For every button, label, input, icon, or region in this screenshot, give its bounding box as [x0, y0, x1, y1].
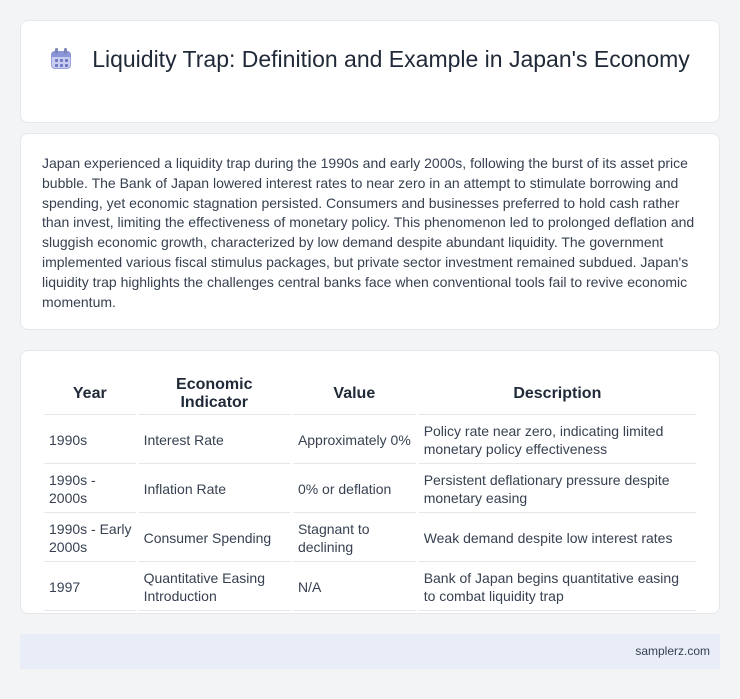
cell-description: Bank of Japan begins quantitative easing…	[418, 564, 696, 611]
header-description: Description	[418, 373, 696, 415]
table-header-row: Year Economic Indicator Value Descriptio…	[44, 373, 696, 415]
cell-indicator: Inflation Rate	[138, 466, 290, 513]
page-title: Liquidity Trap: Definition and Example i…	[92, 46, 690, 72]
cell-indicator: Interest Rate	[138, 417, 290, 464]
cell-year: 1997	[44, 564, 136, 611]
title-card: Liquidity Trap: Definition and Example i…	[20, 20, 720, 123]
header-indicator: Economic Indicator	[138, 373, 290, 415]
table-row: 1990s Interest Rate Approximately 0% Pol…	[44, 417, 696, 464]
indicator-table: Year Economic Indicator Value Descriptio…	[41, 371, 699, 613]
cell-value: N/A	[292, 564, 416, 611]
cell-value: Stagnant to declining	[292, 515, 416, 562]
cell-year: 1990s	[44, 417, 136, 464]
cell-value: Approximately 0%	[292, 417, 416, 464]
cell-description: Policy rate near zero, indicating limite…	[418, 417, 696, 464]
footer-site-link[interactable]: samplerz.com	[635, 644, 710, 658]
table-row: 1997 Quantitative Easing Introduction N/…	[44, 564, 696, 611]
footer: samplerz.com	[20, 634, 720, 669]
cell-year: 1990s - 2000s	[44, 466, 136, 513]
header-value: Value	[292, 373, 416, 415]
cell-value: 0% or deflation	[292, 466, 416, 513]
cell-year: 1990s - Early 2000s	[44, 515, 136, 562]
calendar-icon	[50, 48, 72, 70]
page-title-block: Liquidity Trap: Definition and Example i…	[21, 45, 719, 74]
header-year: Year	[44, 373, 136, 415]
intro-card: Japan experienced a liquidity trap durin…	[20, 133, 720, 330]
cell-indicator: Consumer Spending	[138, 515, 290, 562]
table-row: 1990s - 2000s Inflation Rate 0% or defla…	[44, 466, 696, 513]
cell-description: Weak demand despite low interest rates	[418, 515, 696, 562]
intro-paragraph: Japan experienced a liquidity trap durin…	[42, 155, 695, 310]
cell-description: Persistent deflationary pressure despite…	[418, 466, 696, 513]
table-row: 1990s - Early 2000s Consumer Spending St…	[44, 515, 696, 562]
table-card: Year Economic Indicator Value Descriptio…	[20, 350, 720, 614]
cell-indicator: Quantitative Easing Introduction	[138, 564, 290, 611]
